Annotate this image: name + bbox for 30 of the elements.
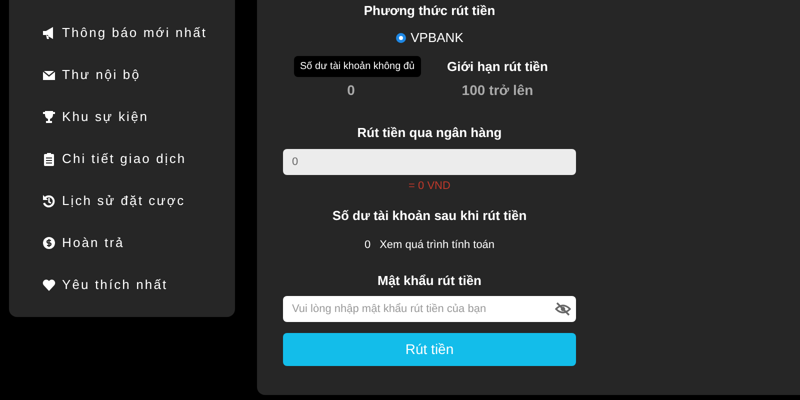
limit-value: 100 trở lên bbox=[462, 81, 534, 100]
menu-item[interactable]: Hoàn trả bbox=[62, 233, 124, 253]
menu-item[interactable]: Thư nội bộ bbox=[62, 65, 141, 85]
menu-item[interactable]: Chi tiết giao dịch bbox=[62, 149, 186, 169]
section-title: Rút tiền qua ngân hàng bbox=[357, 124, 502, 142]
menu-item[interactable]: Yêu thích nhất bbox=[62, 275, 168, 295]
balance-value: 0 bbox=[347, 81, 355, 100]
heart-icon bbox=[42, 278, 56, 292]
section-title: Mật khẩu rút tiền bbox=[377, 272, 482, 290]
amount-field[interactable]: 0 bbox=[283, 148, 576, 174]
dollar-coin-icon bbox=[42, 236, 56, 250]
history-icon bbox=[42, 194, 56, 208]
tooltip: Số dư tài khoản không đủ bbox=[294, 56, 421, 77]
menu-item[interactable]: Thông báo mới nhất bbox=[62, 23, 208, 43]
section-title: Phương thức rút tiền bbox=[364, 2, 496, 19]
radio-label: VPBANK bbox=[410, 29, 464, 48]
menu-item[interactable]: Khu sự kiện bbox=[62, 107, 149, 127]
eye-slash-icon[interactable] bbox=[555, 302, 571, 316]
password-field[interactable]: Vui lòng nhập mật khẩu rút tiền của bạn bbox=[283, 296, 576, 322]
clipboard-icon bbox=[42, 152, 56, 166]
limit-label: Giới hạn rút tiền bbox=[447, 58, 548, 76]
radio-button[interactable] bbox=[396, 33, 406, 43]
section-title: Số dư tài khoản sau khi rút tiền bbox=[332, 207, 527, 225]
calculation-link[interactable]: Xem quá trình tính toán bbox=[380, 236, 495, 253]
envelope-icon bbox=[42, 68, 56, 82]
trophy-icon bbox=[42, 110, 56, 124]
converted-amount: = 0 VND bbox=[408, 178, 450, 194]
menu-item[interactable]: Lịch sử đặt cược bbox=[62, 191, 186, 211]
balance-after-value: 0 bbox=[364, 238, 371, 252]
megaphone-icon bbox=[42, 26, 56, 40]
